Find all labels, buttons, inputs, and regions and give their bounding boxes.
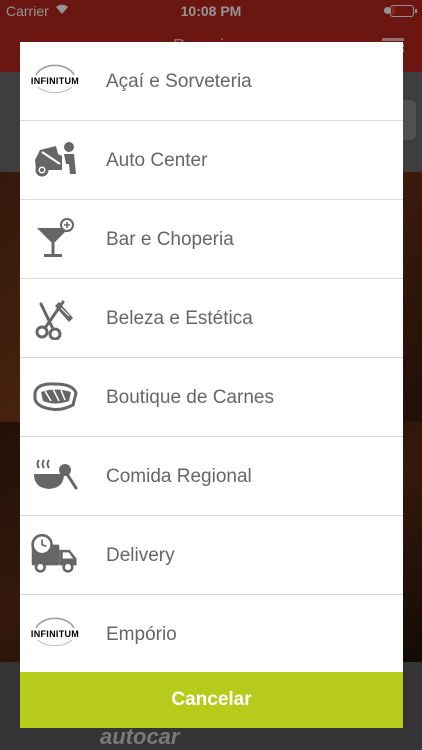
category-item[interactable]: Beleza e Estética xyxy=(20,279,403,358)
category-item[interactable]: Delivery xyxy=(20,516,403,595)
delivery-truck-icon xyxy=(30,531,80,579)
category-label: Boutique de Carnes xyxy=(106,387,274,408)
category-label: Comida Regional xyxy=(106,466,252,487)
category-item[interactable]: INFINITUM Empório xyxy=(20,595,403,674)
infinitum-logo-icon: INFINITUM xyxy=(30,610,80,658)
category-item[interactable]: Boutique de Carnes xyxy=(20,358,403,437)
logo-text: INFINITUM xyxy=(31,629,79,639)
car-mechanic-icon xyxy=(30,136,80,184)
category-label: Bar e Choperia xyxy=(106,229,234,250)
category-label: Empório xyxy=(106,624,177,645)
category-label: Beleza e Estética xyxy=(106,308,253,329)
category-label: Delivery xyxy=(106,545,175,566)
category-item[interactable]: Bar e Choperia xyxy=(20,200,403,279)
category-item[interactable]: Auto Center xyxy=(20,121,403,200)
cocktail-icon xyxy=(30,215,80,263)
cancel-button[interactable]: Cancelar xyxy=(20,672,403,728)
scissors-comb-icon xyxy=(30,294,80,342)
logo-text: INFINITUM xyxy=(31,76,79,86)
category-label: Açaí e Sorveteria xyxy=(106,71,252,92)
category-list: INFINITUM Açaí e Sorveteria Auto Center xyxy=(20,42,403,674)
infinitum-logo-icon: INFINITUM xyxy=(30,57,80,105)
steak-icon xyxy=(30,373,80,421)
category-label: Auto Center xyxy=(106,150,208,171)
category-item[interactable]: INFINITUM Açaí e Sorveteria xyxy=(20,42,403,121)
soup-bowl-icon xyxy=(30,452,80,500)
category-item[interactable]: Comida Regional xyxy=(20,437,403,516)
category-picker-modal: INFINITUM Açaí e Sorveteria Auto Center xyxy=(20,42,403,728)
